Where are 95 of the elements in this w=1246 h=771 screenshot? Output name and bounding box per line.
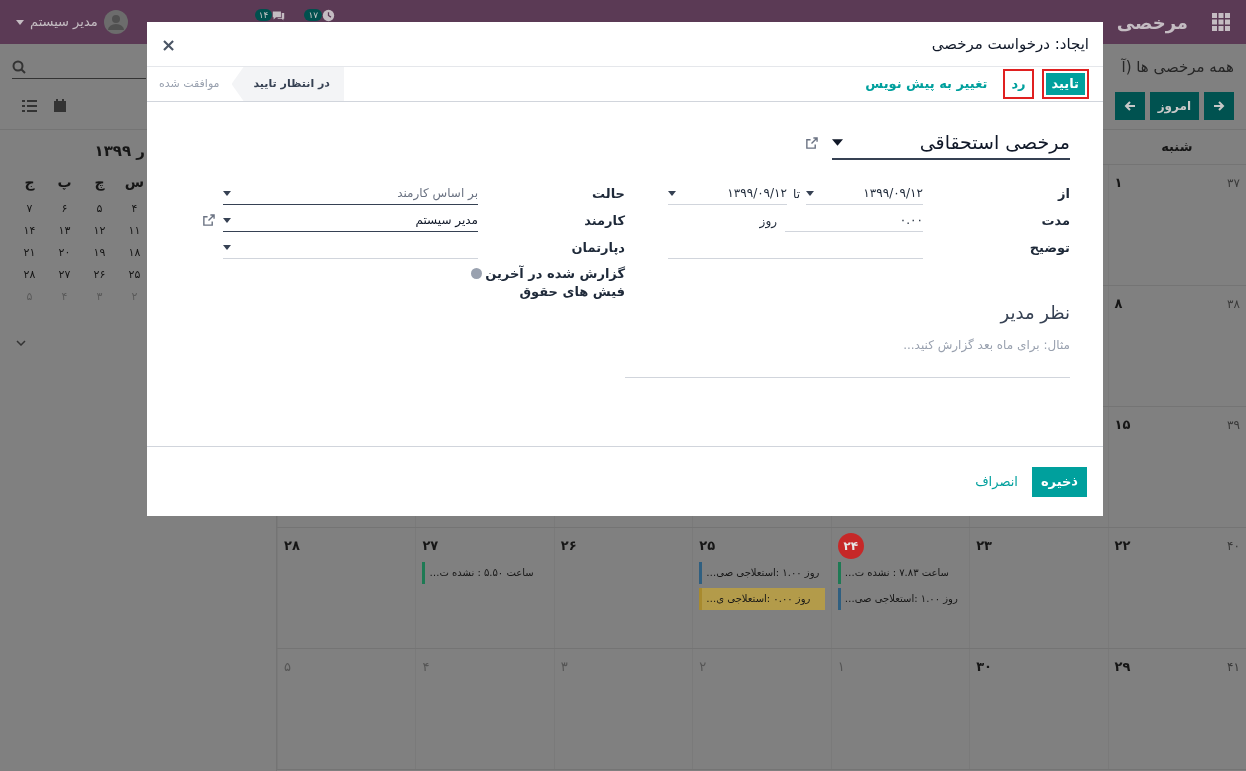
activity-button[interactable]: ۱۷ (305, 9, 336, 22)
employee-select[interactable]: مدیر سیستم (223, 209, 478, 232)
manager-note-field[interactable]: مثال: برای ماه بعد گزارش کنید... (625, 336, 1070, 378)
messages-button[interactable]: ۱۴ (255, 9, 286, 22)
week-number: ۳۷ (1227, 175, 1240, 192)
field-label: توضیح (1028, 238, 1070, 257)
calendar-day: ۲۷ (422, 536, 439, 556)
avatar-icon (103, 10, 128, 34)
weekday-label: ج (23, 173, 36, 193)
count-badge: ۱۴ (254, 9, 273, 21)
user-menu[interactable]: مدیر سیستم (16, 10, 128, 34)
caret-icon (223, 244, 231, 250)
separator-label: تا (793, 185, 800, 203)
week-number: ۳۹ (1227, 417, 1240, 434)
save-button[interactable]: ذخیره (1031, 466, 1087, 497)
unit-label: روز (759, 212, 777, 230)
caret-icon (223, 190, 231, 196)
status-stage[interactable]: در انتظار تایید (231, 67, 344, 101)
search-icon (12, 59, 26, 74)
chevron-down-icon[interactable] (16, 340, 26, 346)
month-title: ر ۱۳۹۹ (93, 141, 146, 162)
caret-icon (223, 217, 231, 223)
field-label: حالت (591, 184, 625, 203)
calendar-event[interactable]: روز ۰.۰۰ :استعلاجی ی… (699, 588, 825, 610)
calendar-day: ۲۵ (699, 536, 716, 556)
apps-grid-icon[interactable] (1212, 13, 1230, 31)
chat-icon (272, 9, 286, 22)
weekday-label: چ (93, 173, 106, 193)
today-button[interactable]: امروز (1149, 92, 1199, 120)
field-label: مدت (1040, 211, 1070, 230)
calendar-day: ۱۵ (1114, 415, 1131, 435)
action-link[interactable]: تغییر به پیش نویس (857, 69, 996, 99)
breadcrumb-title: همه مرخصی ها (آ (1121, 56, 1234, 78)
calendar-day: ۱ (1114, 173, 1123, 193)
calendar-event[interactable]: روز ۱.۰۰ :استعلاجی صی… (837, 588, 964, 610)
mode-select[interactable]: بر اساس کارمند (223, 182, 478, 205)
calendar-day: ۸ (1114, 294, 1123, 314)
field-label: دپارتمان (570, 238, 625, 257)
mini-calendar-day[interactable]: ۱۲ (82, 220, 117, 242)
calendar-day: ۲۶ (560, 536, 577, 556)
calendar-day: ۲۴ (837, 533, 864, 559)
field-label: کارمند (583, 211, 625, 230)
list-icon[interactable] (22, 100, 37, 112)
mini-calendar-day[interactable]: ۱۴ (12, 220, 47, 242)
close-button[interactable]: × (161, 30, 177, 58)
calendar-day: ۲۹ (1114, 657, 1131, 677)
mini-calendar-day[interactable]: ۷ (12, 198, 47, 220)
mini-calendar-day[interactable]: ۲۷ (47, 264, 82, 286)
clock-icon (322, 9, 336, 22)
duration-field[interactable]: ۰.۰۰ (785, 209, 923, 232)
action-button[interactable]: رد (1003, 69, 1034, 99)
week-number: ۴۰ (1227, 538, 1240, 555)
calendar-day: ۲۳ (976, 536, 993, 556)
calendar-event[interactable]: ساعت ۵.۵۰ : نشده ت… (422, 562, 548, 584)
count-badge: ۱۷ (304, 9, 323, 21)
cancel-link[interactable]: انصراف (975, 471, 1018, 492)
section-heading: نظر مدیر (998, 301, 1070, 326)
weekday-label: پ (56, 173, 73, 192)
caret-icon (806, 190, 814, 196)
field-label: گزارش شده در آخرین فیش های حقوق (484, 265, 625, 301)
next-button[interactable] (1114, 92, 1145, 120)
field-label: از (1056, 184, 1070, 203)
calendar-day: ۲۲ (1114, 536, 1131, 556)
mini-calendar-day[interactable]: ۱۳ (47, 220, 82, 242)
date-field[interactable]: ۱۳۹۹/۰۹/۱۲ (668, 182, 787, 205)
previous-button[interactable] (1204, 92, 1234, 120)
external-link-icon[interactable] (805, 136, 818, 150)
calendar-day: ۳۰ (976, 657, 993, 677)
week-number: ۳۸ (1227, 296, 1240, 313)
status-stage[interactable]: موافقت شده (147, 67, 232, 101)
calendar-event[interactable]: روز ۱.۰۰ :استعلاجی صی… (699, 562, 825, 584)
mini-calendar-day[interactable]: ۱۹ (82, 242, 117, 264)
week-number: ۴۱ (1227, 659, 1240, 676)
mini-calendar-day[interactable]: ۵ (82, 198, 117, 220)
calendar-event[interactable]: ساعت ۷.۸۳ : نشده ت… (837, 562, 964, 584)
action-button[interactable]: تایید (1041, 69, 1089, 99)
app-title: مرخصی (1116, 10, 1188, 36)
mini-calendar-day[interactable]: ۲۶ (82, 264, 117, 286)
arrow-right-icon (1213, 100, 1225, 112)
weekday-label: س (123, 173, 146, 192)
date-field[interactable]: ۱۳۹۹/۰۹/۱۲ (806, 182, 923, 205)
calendar-day: ۲۸ (284, 536, 300, 556)
calendar-icon[interactable] (53, 99, 67, 113)
external-link-icon[interactable] (202, 214, 215, 227)
weekday-header: شنبه (1160, 138, 1194, 157)
caret-icon (16, 19, 24, 25)
mini-calendar-day[interactable]: ۲۱ (12, 242, 47, 264)
caret-icon (832, 138, 843, 146)
arrow-left-icon (1123, 100, 1136, 112)
leave-type-field[interactable]: مرخصی استحقاقی (832, 126, 1070, 160)
caret-icon (668, 190, 676, 196)
mini-calendar-day[interactable]: ۶ (47, 198, 82, 220)
mini-calendar-day[interactable]: ۲۰ (47, 242, 82, 264)
mini-calendar-day[interactable]: ۲۸ (12, 264, 47, 286)
dialog-title: ایجاد: درخواست مرخصی (931, 33, 1089, 55)
